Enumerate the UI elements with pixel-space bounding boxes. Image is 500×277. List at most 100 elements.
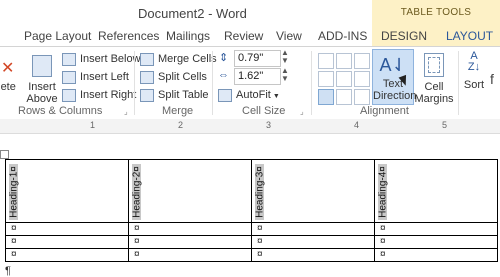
table-cell[interactable]: ¤ [251,235,375,249]
align-top-center-button[interactable] [336,53,352,69]
align-bottom-right-button[interactable] [354,89,370,105]
align-top-left-button[interactable] [318,53,334,69]
tab-add-ins[interactable]: ADD-INS [318,26,367,46]
column-width-spinner[interactable]: ▲ ▼ [281,67,289,83]
group-label-alignment: Alignment [360,105,409,117]
insert-left-button[interactable]: Insert Left [62,69,129,86]
merge-cells-label: Merge Cells [158,53,217,65]
horizontal-ruler: 1 2 3 4 5 [0,119,500,134]
autofit-icon [218,88,232,102]
insert-above-label-1: Insert [28,81,56,93]
split-cells-label: Split Cells [158,71,207,83]
table-cell[interactable]: ¤ [128,235,252,249]
tab-view[interactable]: View [276,26,302,46]
align-top-right-button[interactable] [354,53,370,69]
insert-right-button[interactable]: Insert Right [62,87,136,104]
sort-button[interactable]: A Z↓ Sort [462,50,486,92]
table-cell[interactable]: ¤ [128,222,252,236]
heading-text: Heading-3¤ [254,166,265,218]
cell-end-mark: ¤ [134,236,140,247]
table-row: ¤ ¤ ¤ ¤ [5,248,498,262]
autofit-button[interactable]: AutoFit ▼ [218,87,280,104]
sort-az-icon: A Z↓ [467,50,481,73]
tab-design[interactable]: DESIGN [372,26,437,46]
ruler-number: 2 [178,120,184,130]
insert-below-button[interactable]: Insert Below [62,51,141,68]
table-header-cell[interactable]: Heading-4¤ [374,159,498,223]
merge-cells-button[interactable]: Merge Cells [140,51,217,68]
split-table-icon [140,88,154,102]
heading-text: Heading-1¤ [8,166,19,218]
table-cell[interactable]: ¤ [251,248,375,262]
table-cell[interactable]: ¤ [5,235,129,249]
insert-above-button[interactable]: Insert Above [22,55,62,105]
row-height-icon: ⇕ [219,52,229,64]
heading-text: Heading-4¤ [377,166,388,218]
tab-review[interactable]: Review [224,26,263,46]
dialog-launcher-icon[interactable]: ⌟ [124,107,128,116]
cell-margins-icon [424,53,444,77]
cell-margins-label-2: Margins [414,93,454,105]
column-width-field[interactable]: 1.62" [234,68,281,85]
delete-button[interactable]: ✕ lete [0,59,16,94]
document-area[interactable]: Heading-1¤ Heading-2¤ Heading-3¤ Heading… [0,134,500,277]
table-cell[interactable]: ¤ [5,222,129,236]
insert-below-label: Insert Below [80,53,141,65]
split-cells-icon [140,70,154,84]
group-separator [458,51,459,115]
table-header-cell[interactable]: Heading-2¤ [128,159,252,223]
table-cell[interactable]: ¤ [5,248,129,262]
ruler-number: 1 [90,120,96,130]
align-bottom-left-button[interactable] [318,89,334,105]
cell-margins-button[interactable]: Cell Margins [414,51,454,105]
table-cell[interactable]: ¤ [251,222,375,236]
align-center-button[interactable] [336,71,352,87]
table-tools-label: TABLE TOOLS [400,7,472,18]
sort-label: Sort [463,79,485,91]
row-height-spinner[interactable]: ▲ ▼ [281,49,289,65]
document-table[interactable]: Heading-1¤ Heading-2¤ Heading-3¤ Heading… [5,159,498,262]
autofit-label: AutoFit [236,89,271,101]
insert-right-label: Insert Right [80,89,137,101]
table-cell[interactable]: ¤ [128,248,252,262]
insert-left-icon [62,70,76,84]
table-cell[interactable]: ¤ [374,235,498,249]
align-center-left-button[interactable] [318,71,334,87]
heading-text: Heading-2¤ [131,166,142,218]
formula-icon[interactable]: f [490,71,494,87]
table-row: ¤ ¤ ¤ ¤ [5,222,498,236]
table-cell[interactable]: ¤ [374,222,498,236]
tab-mailings[interactable]: Mailings [166,26,210,46]
ruler-number: 3 [266,120,272,130]
chevron-down-icon: ▼ [272,93,280,100]
cell-end-mark: ¤ [257,249,263,260]
group-label-merge: Merge [162,105,194,117]
align-bottom-center-button[interactable] [336,89,352,105]
tab-page-layout[interactable]: Page Layout [24,26,91,46]
text-direction-button[interactable]: A⇃ Text Direction [372,49,416,105]
cell-end-mark: ¤ [257,236,263,247]
split-table-button[interactable]: Split Table [140,87,209,104]
insert-below-icon [62,52,76,66]
table-move-handle-icon[interactable] [0,150,9,159]
table-row: ¤ ¤ ¤ ¤ [5,235,498,249]
row-height-field[interactable]: 0.79" [234,50,281,67]
insert-above-label-2: Above [26,93,58,105]
column-width-icon: ⇔ [218,69,229,81]
table-header-cell[interactable]: Heading-3¤ [251,159,375,223]
align-center-right-button[interactable] [354,71,370,87]
group-separator [134,51,135,115]
table-cell[interactable]: ¤ [374,248,498,262]
dialog-launcher-icon[interactable]: ⌟ [300,107,304,116]
cell-end-mark: ¤ [11,249,17,260]
delete-label: lete [0,81,16,93]
ruler-number: 5 [442,120,448,130]
table-header-cell[interactable]: Heading-1¤ [5,159,129,223]
cell-end-mark: ¤ [380,249,386,260]
split-cells-button[interactable]: Split Cells [140,69,207,86]
insert-right-icon [62,88,76,102]
cell-end-mark: ¤ [380,223,386,234]
tab-references[interactable]: References [98,26,159,46]
group-label-rows-columns: Rows & Columns [18,105,103,117]
tab-layout[interactable]: LAYOUT [434,26,500,46]
